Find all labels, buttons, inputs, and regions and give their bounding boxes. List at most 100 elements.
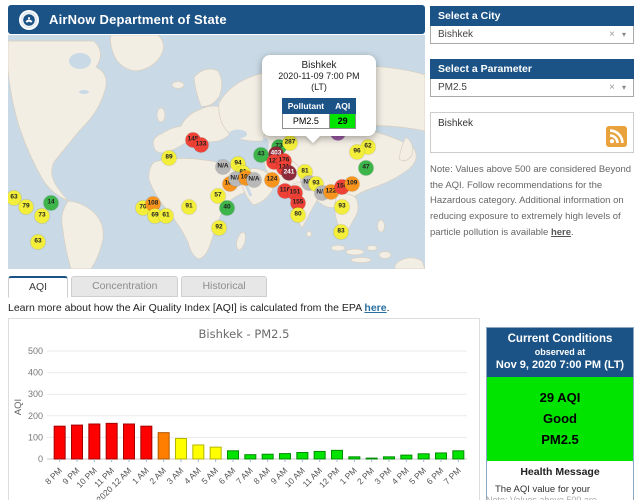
current-conditions-panel: Current Conditions observed at Nov 9, 20… — [486, 327, 634, 500]
clear-icon[interactable]: × — [609, 82, 615, 93]
bar — [280, 454, 291, 459]
aqi-marker[interactable]: 63 — [31, 235, 46, 250]
aqi-marker[interactable]: 89 — [162, 151, 177, 166]
y-tick-label: 100 — [28, 432, 43, 442]
x-tick-label: 3 AM — [165, 465, 186, 486]
y-tick-label: 500 — [28, 346, 43, 356]
observed-at-label: observed at — [491, 347, 629, 357]
x-tick-label: 8 PM — [43, 465, 64, 486]
map-popup: Bishkek 2020-11-09 7:00 PM (LT) Pollutan… — [262, 55, 376, 136]
x-tick-label: 4 PM — [390, 465, 411, 486]
bar — [349, 457, 360, 459]
bar — [453, 451, 464, 459]
x-tick-label: 2 PM — [355, 465, 376, 486]
bar — [297, 453, 308, 459]
aqi-marker[interactable]: 61 — [159, 209, 174, 224]
x-tick-label: 7 PM — [442, 465, 463, 486]
current-conditions-title: Current Conditions — [491, 333, 629, 345]
bar — [176, 438, 187, 459]
x-tick-label: 8 AM — [251, 465, 272, 486]
tab-historical[interactable]: Historical — [181, 276, 266, 297]
learn-more-prefix: Learn more about how the Air Quality Ind… — [8, 302, 364, 314]
world-map[interactable]: 63791473631451338970108696191924057102N/… — [8, 35, 425, 269]
sidebar-note: Note: Values above 500 are considered Be… — [430, 162, 634, 240]
health-message-title: Health Message — [495, 466, 625, 478]
parameter-panel-header: Select a Parameter — [430, 59, 634, 79]
airnow-dos-page: AirNow Department of State — [0, 0, 641, 500]
bar — [106, 423, 117, 459]
city-panel: Select a City Bishkek × ▾ — [430, 6, 634, 44]
note-end: . — [571, 227, 574, 238]
x-tick-label: 5 PM — [407, 465, 428, 486]
aqi-marker[interactable]: 40 — [220, 201, 235, 216]
epa-here-link[interactable]: here — [364, 302, 386, 314]
popup-col-pollutant: Pollutant — [282, 98, 329, 113]
current-conditions-header: Current Conditions observed at Nov 9, 20… — [487, 328, 633, 377]
note-here-link[interactable]: here — [551, 227, 571, 238]
tab-concentration[interactable]: Concentration — [71, 276, 178, 297]
aqi-marker[interactable]: 14 — [44, 196, 59, 211]
observed-at-datetime: Nov 9, 2020 7:00 PM (LT) — [491, 359, 629, 371]
aqi-parameter: PM2.5 — [491, 430, 629, 451]
bar — [418, 454, 429, 459]
chart-y-axis-label: AQI — [13, 399, 24, 415]
aqi-marker[interactable]: 73 — [35, 209, 50, 224]
aqi-marker[interactable]: 79 — [19, 200, 34, 215]
aqi-value-line: 29 AQI — [491, 388, 629, 409]
chart-title: Bishkek - PM2.5 — [9, 327, 479, 341]
bar — [245, 455, 256, 459]
aqi-marker[interactable]: 287 — [283, 136, 298, 151]
aqi-marker[interactable]: 124 — [265, 173, 280, 188]
popup-table: Pollutant AQI PM2.5 29 — [282, 98, 356, 129]
aqi-marker[interactable]: 92 — [212, 221, 227, 236]
dos-seal-icon — [18, 9, 40, 31]
aqi-marker[interactable]: 80 — [291, 208, 306, 223]
bar — [210, 447, 221, 459]
bar — [158, 433, 169, 459]
clipped-footer-note: Note: Values above 500 are considered Be… — [486, 494, 634, 500]
aqi-marker[interactable]: 241 — [282, 166, 297, 181]
bar — [72, 425, 83, 459]
bar — [124, 424, 135, 459]
x-tick-label: 6 PM — [424, 465, 445, 486]
x-tick-label: 5 AM — [199, 465, 220, 486]
x-tick-label: 3 PM — [372, 465, 393, 486]
aqi-marker[interactable]: 91 — [182, 200, 197, 215]
bar — [366, 458, 377, 459]
x-tick-label: 2 AM — [147, 465, 168, 486]
learn-more-suffix: . — [387, 302, 390, 314]
aqi-marker[interactable]: N/A — [247, 173, 262, 188]
feed-city-label: Bishkek — [438, 118, 473, 129]
aqi-marker[interactable]: 93 — [335, 200, 350, 215]
aqi-marker[interactable]: 47 — [359, 161, 374, 176]
rss-icon[interactable] — [606, 126, 627, 147]
aqi-marker[interactable]: 133 — [194, 138, 209, 153]
y-tick-label: 400 — [28, 368, 43, 378]
tab-aqi[interactable]: AQI — [8, 276, 68, 298]
chevron-down-icon: ▾ — [622, 30, 626, 39]
parameter-select-value: PM2.5 — [438, 82, 467, 93]
aqi-marker[interactable]: 57 — [211, 189, 226, 204]
x-tick-label: 7 AM — [234, 465, 255, 486]
bar — [384, 457, 395, 459]
parameter-select[interactable]: PM2.5 × ▾ — [430, 79, 634, 97]
bar — [314, 451, 325, 459]
bar — [332, 450, 343, 459]
aqi-marker[interactable]: 96 — [350, 145, 365, 160]
aqi-marker[interactable]: 83 — [334, 225, 349, 240]
page-title: AirNow Department of State — [49, 12, 227, 27]
x-tick-label: 6 AM — [217, 465, 238, 486]
y-tick-label: 200 — [28, 411, 43, 421]
learn-more-text: Learn more about how the Air Quality Ind… — [8, 302, 390, 314]
bar — [228, 451, 239, 459]
parameter-panel: Select a Parameter PM2.5 × ▾ — [430, 59, 634, 97]
city-select[interactable]: Bishkek × ▾ — [430, 26, 634, 44]
clear-icon[interactable]: × — [609, 29, 615, 40]
x-tick-label: 1 AM — [130, 465, 151, 486]
popup-datetime: 2020-11-09 7:00 PM — [268, 71, 370, 82]
y-tick-label: 300 — [28, 389, 43, 399]
city-select-value: Bishkek — [438, 29, 473, 40]
tab-bar: AQIConcentrationHistorical — [8, 276, 267, 298]
aqi-marker[interactable]: 109 — [345, 177, 360, 192]
aqi-marker[interactable]: N/A — [216, 160, 231, 175]
